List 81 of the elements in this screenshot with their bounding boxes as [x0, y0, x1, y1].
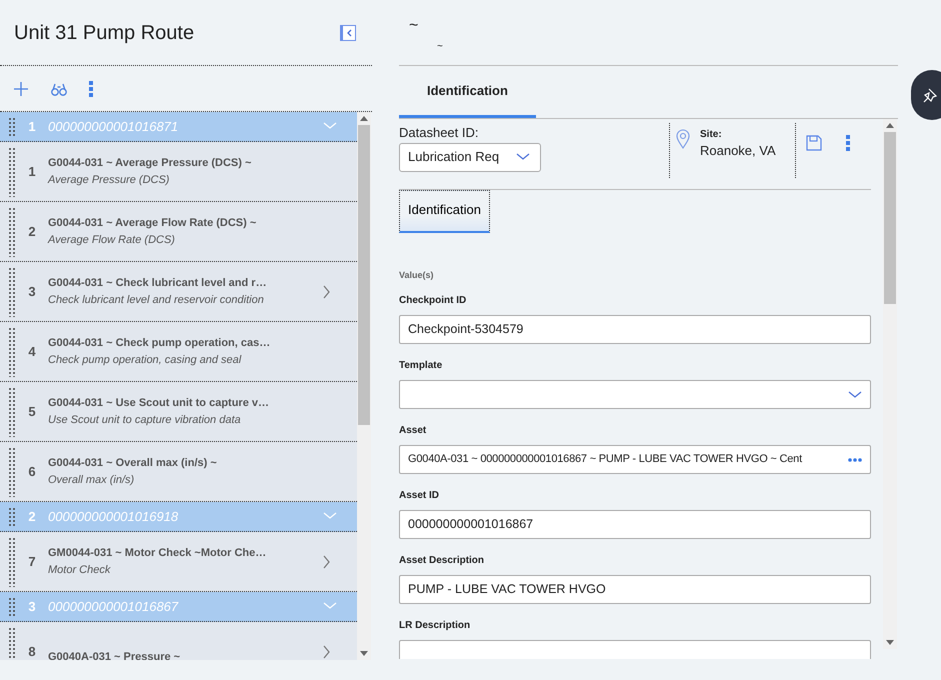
input-field[interactable]: Checkpoint-5304579 [399, 315, 871, 344]
more-options-icon[interactable] [89, 80, 93, 96]
section-tab[interactable]: Identification [399, 190, 490, 232]
record-title: ~ [409, 18, 420, 34]
group-number: 3 [27, 598, 37, 616]
collapse-panel-button[interactable] [340, 24, 356, 40]
field-label: Asset ID [399, 489, 440, 502]
drag-handle-icon[interactable] [8, 116, 16, 136]
field-label: Template [399, 359, 444, 372]
checkpoint-number: 2 [27, 222, 37, 241]
site-value: Roanoke, VA [700, 142, 776, 160]
group-asset-id: 000000000001016871 [48, 118, 180, 136]
group-asset-id: 000000000001016867 [48, 598, 180, 616]
drag-handle-icon[interactable] [8, 596, 16, 616]
group-asset-id: 000000000001016918 [48, 508, 180, 526]
checkpoint-number: 1 [27, 162, 37, 181]
location-pin-icon [676, 129, 690, 149]
checkpoint-number: 8 [27, 642, 37, 660]
checkpoint-number: 5 [27, 402, 37, 421]
checkpoint-number: 3 [27, 282, 37, 301]
scrollbar-thumb[interactable] [358, 125, 370, 425]
checkpoint-description: Overall max (in/s) [48, 472, 136, 488]
scrollbar[interactable] [357, 112, 371, 660]
record-subtitle: ~ [437, 42, 444, 52]
save-icon[interactable] [806, 135, 822, 151]
checkpoint-title: G0044-031 ~ Overall max (in/s) ~ [48, 456, 218, 471]
input-field[interactable]: PUMP - LUBE VAC TOWER HVGO [399, 575, 871, 604]
checkpoint-title: G0044-031 ~ Use Scout unit to capture v… [48, 396, 270, 411]
more-icon[interactable] [848, 458, 862, 462]
field-label: Asset Description [399, 554, 486, 567]
group-number: 2 [27, 508, 37, 526]
checkpoint-title: GM0044-031 ~ Motor Check ~Motor Che… [48, 546, 268, 561]
template-dropdown[interactable] [399, 380, 871, 409]
checkpoint-title: G0044-031 ~ Average Pressure (DCS) ~ [48, 156, 252, 171]
checkpoint-row[interactable]: 2 G0044-031 ~ Average Flow Rate (DCS) ~ Average Flow Rate (DCS) [0, 202, 357, 262]
asset-lookup-field[interactable]: G0040A-031 ~ 000000000001016867 ~ PUMP - LUBE VAC TOWER HVGO ~ Cent [399, 445, 871, 474]
tab[interactable]: Identification [399, 66, 536, 118]
chevron-right-icon[interactable] [323, 644, 330, 658]
checkpoint-title: G0044-031 ~ Average Flow Rate (DCS) ~ [48, 216, 258, 231]
scrollbar-thumb[interactable] [884, 132, 896, 304]
add-icon[interactable] [13, 80, 29, 96]
input-field[interactable]: 000000000001016867 [399, 510, 871, 539]
site-label: Site: [700, 129, 723, 141]
checkpoint-title: G0044-031 ~ Check pump operation, cas… [48, 336, 272, 351]
more-options-icon[interactable] [846, 135, 850, 151]
checkpoint-description: Motor Check [48, 562, 112, 578]
drag-handle-icon[interactable] [8, 506, 16, 526]
checkpoint-description: Check pump operation, casing and seal [48, 352, 242, 368]
checkpoint-description: Check lubricant level and reservoir condition [48, 292, 265, 308]
checkpoint-row[interactable]: 1 G0044-031 ~ Average Pressure (DCS) ~ Average Pressure (DCS) [0, 142, 357, 202]
checkpoint-number: 7 [27, 552, 37, 571]
chevron-down-icon [516, 153, 530, 161]
scrollbar[interactable] [883, 119, 897, 649]
checkpoint-title: G0040A-031 ~ Pressure ~ [48, 650, 182, 660]
chevron-right-icon[interactable] [323, 284, 330, 298]
checkpoint-number: 4 [27, 342, 37, 361]
checkpoint-description: Use Scout unit to capture vibration data [48, 412, 242, 428]
pin-button[interactable] [911, 70, 941, 120]
field-label: Checkpoint ID [399, 294, 468, 307]
checkpoint-row[interactable]: 4 G0044-031 ~ Check pump operation, cas… Check pump operation, casing and seal [0, 322, 357, 382]
datasheet-dropdown[interactable]: Lubrication Req [399, 142, 541, 172]
pin-icon [923, 88, 938, 102]
checkpoint-title: G0044-031 ~ Check lubricant level and r… [48, 276, 268, 291]
field-label: LR Description [399, 619, 472, 632]
section-heading: Value(s) [399, 268, 435, 282]
checkpoint-row[interactable]: 3 G0044-031 ~ Check lubricant level and r… Check lubricant level and reservoir condition [0, 262, 357, 322]
chevron-left-icon [346, 28, 352, 36]
group-number: 1 [27, 118, 37, 136]
checkpoint-description: Average Flow Rate (DCS) [48, 232, 176, 248]
checkpoint-row[interactable]: 5 G0044-031 ~ Use Scout unit to capture v… Use Scout unit to capture vibration data [0, 382, 357, 442]
chevron-right-icon[interactable] [323, 554, 330, 568]
field-label: Asset [399, 424, 428, 437]
checkpoint-row[interactable]: 8 G0040A-031 ~ Pressure ~ [0, 622, 357, 660]
route-title: Unit 31 Pump Route [14, 20, 194, 44]
checkpoint-row[interactable]: 7 GM0044-031 ~ Motor Check ~Motor Che… Motor Check [0, 532, 357, 592]
chevron-down-icon [848, 390, 862, 398]
checkpoint-number: 6 [27, 462, 37, 481]
binoculars-icon[interactable] [51, 81, 67, 96]
checkpoint-description: Average Pressure (DCS) [48, 172, 170, 188]
checkpoint-row[interactable]: 6 G0044-031 ~ Overall max (in/s) ~ Overall max (in/s) [0, 442, 357, 502]
datasheet-label: Datasheet ID: [399, 124, 480, 142]
